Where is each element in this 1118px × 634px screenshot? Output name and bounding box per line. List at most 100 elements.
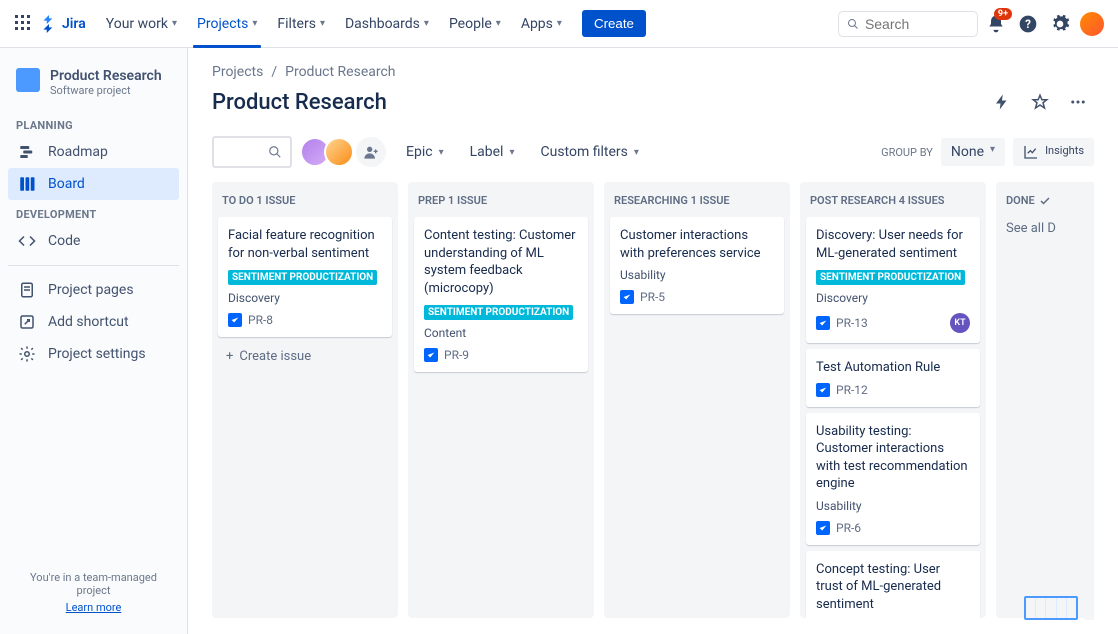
board-column: POST RESEARCH 4 ISSUES Discovery: User ne… <box>800 182 986 618</box>
chevron-down-icon: ▾ <box>509 147 514 158</box>
project-header: Product Research Software project <box>8 68 179 111</box>
check-icon <box>1039 195 1051 207</box>
sidebar-group-planning: PLANNING <box>8 111 179 136</box>
epic-tag: SENTIMENT PRODUCTIZATION <box>228 270 377 285</box>
help-icon[interactable]: ? <box>1014 10 1042 38</box>
task-icon <box>424 348 438 362</box>
issue-key: PR-6 <box>836 521 861 535</box>
search-input[interactable] <box>865 16 969 32</box>
chevron-down-icon: ▾ <box>424 18 429 29</box>
task-icon <box>816 316 830 330</box>
issue-key: PR-13 <box>836 316 868 330</box>
issue-key: PR-8 <box>248 313 273 327</box>
plus-icon: + <box>226 349 233 364</box>
nav-dashboards[interactable]: Dashboards▾ <box>337 0 437 48</box>
insights-button[interactable]: Insights <box>1013 138 1094 166</box>
issue-card[interactable]: Usability testing: Customer interactions… <box>806 413 980 545</box>
card-title: Concept testing: User trust of ML-genera… <box>816 561 970 614</box>
issue-card[interactable]: Customer interactions with preferences s… <box>610 217 784 314</box>
sidebar-group-development: DEVELOPMENT <box>8 200 179 225</box>
issue-card[interactable]: Concept testing: User trust of ML-genera… <box>806 551 980 618</box>
board-column: DONE See all D <box>996 182 1094 618</box>
column-header: DONE <box>1002 192 1094 211</box>
gear-icon <box>18 345 36 363</box>
star-icon[interactable] <box>1024 86 1056 118</box>
nav-apps[interactable]: Apps▾ <box>513 0 570 48</box>
card-label: Discovery <box>816 291 970 305</box>
custom-filters[interactable]: Custom filters▾ <box>534 140 644 164</box>
more-icon[interactable] <box>1062 86 1094 118</box>
groupby-label: GROUP BY <box>881 146 933 159</box>
settings-icon[interactable] <box>1046 10 1074 38</box>
automation-icon[interactable] <box>986 86 1018 118</box>
avatar[interactable] <box>324 137 354 167</box>
see-all-done-link[interactable]: See all D <box>1002 217 1094 240</box>
kanban-board: TO DO 1 ISSUE Facial feature recognition … <box>212 182 1094 618</box>
search-icon <box>847 17 859 31</box>
sidebar-item-board[interactable]: Board <box>8 168 179 200</box>
sidebar-item-project-settings[interactable]: Project settings <box>8 338 179 370</box>
create-issue-button[interactable]: + Create issue <box>218 343 392 370</box>
notifications-badge: 9+ <box>994 8 1012 20</box>
top-navigation: Jira Your work▾ Projects▾ Filters▾ Dashb… <box>0 0 1118 48</box>
epic-tag: SENTIMENT PRODUCTIZATION <box>816 270 965 285</box>
issue-card[interactable]: Content testing: Customer understanding … <box>414 217 588 372</box>
task-icon <box>816 521 830 535</box>
learn-more-link[interactable]: Learn more <box>16 601 171 614</box>
board-content: Projects / Product Research Product Rese… <box>188 48 1118 634</box>
card-title: Customer interactions with preferences s… <box>620 227 774 262</box>
column-header: TO DO 1 ISSUE <box>218 192 392 211</box>
page-title: Product Research <box>212 90 387 115</box>
notifications-icon[interactable]: 9+ <box>982 10 1010 38</box>
chart-icon <box>1023 144 1039 160</box>
create-button[interactable]: Create <box>582 10 646 37</box>
board-minimap[interactable] <box>1024 596 1094 620</box>
issue-card[interactable]: Test Automation Rule PR-12 <box>806 349 980 407</box>
nav-projects[interactable]: Projects▾ <box>189 0 265 48</box>
issue-card[interactable]: Discovery: User needs for ML-generated s… <box>806 217 980 343</box>
sidebar-footer: You're in a team-managed project Learn m… <box>8 563 179 622</box>
column-header: PREP 1 ISSUE <box>414 192 588 211</box>
page-icon <box>18 281 36 299</box>
logo-text: Jira <box>62 16 86 32</box>
chevron-down-icon: ▾ <box>252 18 257 29</box>
card-label: Content <box>424 326 578 340</box>
card-title: Content testing: Customer understanding … <box>424 227 578 297</box>
global-search[interactable] <box>838 11 978 37</box>
sidebar-item-project-pages[interactable]: Project pages <box>8 274 179 306</box>
epic-filter[interactable]: Epic▾ <box>400 140 450 164</box>
breadcrumb: Projects / Product Research <box>212 64 1094 80</box>
label-filter[interactable]: Label▾ <box>464 140 521 164</box>
chevron-down-icon: ▾ <box>557 18 562 29</box>
groupby-select[interactable]: None▾ <box>941 138 1005 166</box>
chevron-down-icon: ▾ <box>496 18 501 29</box>
sidebar-item-roadmap[interactable]: Roadmap <box>8 136 179 168</box>
column-header: POST RESEARCH 4 ISSUES <box>806 192 980 211</box>
project-name: Product Research <box>50 68 162 84</box>
card-title: Test Automation Rule <box>816 359 970 377</box>
assignee-avatar: KT <box>950 313 970 333</box>
project-icon <box>16 68 40 92</box>
issue-card[interactable]: Facial feature recognition for non-verba… <box>218 217 392 337</box>
nav-filters[interactable]: Filters▾ <box>269 0 333 48</box>
card-label: Discovery <box>228 291 382 305</box>
card-title: Usability testing: Customer interactions… <box>816 423 970 493</box>
issue-key: PR-12 <box>836 383 868 397</box>
chevron-down-icon: ▾ <box>634 147 639 158</box>
breadcrumb-project[interactable]: Product Research <box>285 64 395 80</box>
chevron-down-icon: ▾ <box>990 144 995 160</box>
sidebar-item-add-shortcut[interactable]: Add shortcut <box>8 306 179 338</box>
add-people-icon[interactable] <box>356 137 386 167</box>
assignee-filter-avatars <box>306 137 386 167</box>
nav-your-work[interactable]: Your work▾ <box>98 0 185 48</box>
sidebar-item-code[interactable]: Code <box>8 225 179 257</box>
epic-tag: SENTIMENT PRODUCTIZATION <box>424 305 573 320</box>
board-search[interactable] <box>212 136 292 168</box>
breadcrumb-projects[interactable]: Projects <box>212 64 263 80</box>
jira-logo[interactable]: Jira <box>40 15 86 33</box>
app-switcher-icon[interactable] <box>12 12 36 36</box>
card-title: Discovery: User needs for ML-generated s… <box>816 227 970 262</box>
project-sidebar: Product Research Software project PLANNI… <box>0 48 188 634</box>
nav-people[interactable]: People▾ <box>441 0 509 48</box>
profile-avatar[interactable] <box>1078 10 1106 38</box>
